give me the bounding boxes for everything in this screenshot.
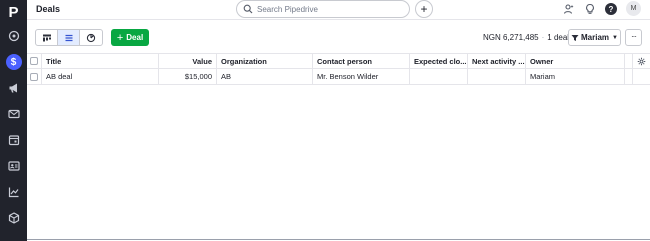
add-deal-label: Deal <box>126 33 144 42</box>
table-header-row: Title Value Organization Contact person … <box>27 53 650 69</box>
cell-next-activity[interactable] <box>468 69 526 84</box>
summary-separator: · <box>541 33 545 42</box>
cell-title[interactable]: AB deal <box>42 69 159 84</box>
column-header-title[interactable]: Title <box>42 54 159 68</box>
row-settings-cell <box>633 69 650 84</box>
plus-icon: + <box>116 31 124 44</box>
column-header-next-activity[interactable]: Next activity ... <box>468 54 526 68</box>
app-window: P $ Deals + <box>0 0 650 241</box>
search-icon <box>243 4 253 14</box>
row-select-cell <box>27 69 42 84</box>
column-settings-button[interactable] <box>633 54 650 68</box>
sidebar-item-leads[interactable] <box>0 23 27 49</box>
cell-value[interactable]: $15,000 <box>159 69 217 84</box>
column-spacer <box>625 69 633 84</box>
summary-count: 1 deal <box>547 33 570 42</box>
row-checkbox[interactable] <box>30 72 38 81</box>
sidebar-item-mail[interactable] <box>0 101 27 127</box>
forecast-icon <box>86 33 96 42</box>
column-header-expected-close[interactable]: Expected clo... <box>410 54 468 68</box>
dollar-icon: $ <box>5 54 22 70</box>
caret-down-icon: ▼ <box>612 34 618 41</box>
column-header-owner[interactable]: Owner <box>526 54 625 68</box>
view-switcher <box>35 29 103 46</box>
lightbulb-icon[interactable] <box>584 3 596 15</box>
search-input[interactable] <box>257 4 397 14</box>
pipedrive-logo[interactable]: P <box>0 1 27 23</box>
cell-contact-person[interactable]: Mr. Benson Wilder <box>313 69 410 84</box>
filter-icon <box>571 34 579 41</box>
column-spacer <box>625 54 633 68</box>
sidebar-item-products[interactable] <box>0 205 27 231</box>
help-icon[interactable]: ? <box>605 3 617 15</box>
column-header-organization[interactable]: Organization <box>217 54 313 68</box>
user-avatar[interactable]: M <box>626 1 641 16</box>
gear-icon <box>637 57 646 65</box>
column-header-contact-person[interactable]: Contact person <box>313 54 410 68</box>
sidebar-item-insights[interactable] <box>0 179 27 205</box>
box-icon <box>8 212 19 224</box>
list-icon <box>65 34 72 41</box>
sidebar-item-contacts[interactable] <box>0 153 27 179</box>
deals-table: Title Value Organization Contact person … <box>27 53 650 85</box>
global-search[interactable] <box>236 0 410 18</box>
pipeline-icon <box>42 34 51 41</box>
sidebar-item-deals[interactable]: $ <box>0 49 27 75</box>
list-view-button[interactable] <box>58 30 80 45</box>
owner-filter-label: Mariam <box>581 33 610 42</box>
sales-assistant-icon[interactable] <box>563 3 575 15</box>
table-row[interactable]: AB deal $15,000 AB Mr. Benson Wilder Mar… <box>27 69 650 85</box>
target-icon <box>8 30 19 42</box>
mail-icon <box>7 109 20 119</box>
add-deal-button[interactable]: + Deal <box>111 29 149 46</box>
sidebar-item-activities[interactable] <box>0 127 27 153</box>
deals-toolbar: + Deal NGN 6,271,485 · 1 deal Mariam ▼ ··· <box>27 20 650 51</box>
plus-icon: + <box>420 2 428 16</box>
more-actions-button[interactable]: ··· <box>625 29 642 46</box>
horizontal-scrollbar[interactable] <box>27 239 650 240</box>
cell-owner[interactable]: Mariam <box>526 69 625 84</box>
column-header-value[interactable]: Value <box>159 54 217 68</box>
chart-icon <box>8 187 18 198</box>
sidebar-item-campaigns[interactable] <box>0 75 27 101</box>
cell-organization[interactable]: AB <box>217 69 313 84</box>
deals-summary: NGN 6,271,485 · 1 deal <box>483 33 569 42</box>
sidebar: P $ <box>0 0 27 241</box>
top-bar: Deals + ? M <box>27 0 650 20</box>
calendar-icon <box>8 135 19 146</box>
forecast-view-button[interactable] <box>80 30 102 45</box>
select-all-cell <box>27 54 42 68</box>
owner-filter-dropdown[interactable]: Mariam ▼ <box>568 29 621 46</box>
select-all-checkbox[interactable] <box>30 57 38 65</box>
megaphone-icon <box>9 83 17 93</box>
contacts-card-icon <box>7 161 20 171</box>
cell-expected-close[interactable] <box>410 69 468 84</box>
pipeline-view-button[interactable] <box>36 30 58 45</box>
page-title: Deals <box>36 4 61 14</box>
summary-amount: NGN 6,271,485 <box>483 33 539 42</box>
quick-add-button[interactable]: + <box>415 0 433 18</box>
